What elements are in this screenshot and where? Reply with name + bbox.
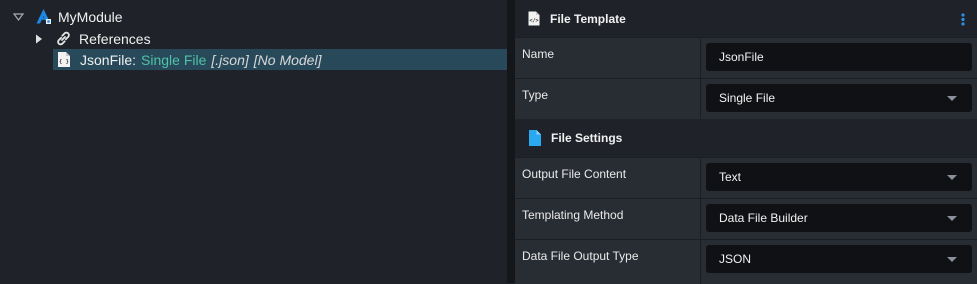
property-label: Data File Output Type [522, 249, 639, 263]
type-select[interactable]: Single File [706, 84, 972, 112]
property-label: Templating Method [522, 208, 624, 222]
property-label: Type [522, 88, 549, 102]
name-value: JsonFile [719, 50, 764, 64]
chevron-down-icon [947, 175, 957, 180]
section-header-file-template[interactable]: </> File Template [515, 0, 977, 37]
json-file-icon: { } [57, 51, 71, 68]
tree-item-label: MyModule [58, 8, 123, 25]
section-title: File Settings [551, 131, 623, 145]
more-options-icon[interactable] [961, 13, 965, 26]
properties-panel: </> File Template Name JsonFile Type Sin… [515, 0, 977, 284]
property-row-type: Type Single File [515, 78, 977, 119]
expand-arrow-icon[interactable] [11, 10, 25, 24]
file-model-label: [No Model] [253, 51, 322, 68]
section-title: File Template [550, 11, 626, 26]
chevron-down-icon [947, 96, 957, 101]
file-template-icon: </> [528, 11, 540, 26]
property-label: Name [522, 47, 555, 61]
column-divider [700, 158, 701, 198]
output-file-content-select[interactable]: Text [706, 163, 972, 191]
tree-item-references[interactable]: References [0, 28, 507, 49]
data-file-output-type-select[interactable]: JSON [706, 245, 972, 273]
module-icon [35, 8, 52, 25]
file-icon [529, 130, 541, 146]
svg-text:{ }: { } [59, 59, 69, 65]
property-row-templating-method: Templating Method Data File Builder [515, 198, 977, 239]
column-divider [700, 38, 701, 78]
link-icon [55, 30, 72, 47]
panel-splitter[interactable] [507, 0, 515, 283]
chevron-down-icon [947, 257, 957, 262]
section-header-file-settings[interactable]: File Settings [515, 119, 977, 157]
tree-item-jsonfile[interactable]: { } JsonFile: Single File [.json] [No Mo… [53, 49, 507, 70]
property-row-name: Name JsonFile [515, 37, 977, 78]
file-type-label: Single File [141, 51, 207, 68]
property-row-output-file-content: Output File Content Text [515, 157, 977, 198]
collapsed-arrow-icon[interactable] [32, 32, 46, 46]
output-file-content-value: Text [719, 170, 742, 184]
column-divider [700, 240, 701, 284]
tree-item-label: References [79, 30, 151, 47]
tree-item-mymodule[interactable]: MyModule [0, 6, 507, 27]
svg-text:</>: </> [529, 18, 538, 24]
templating-method-value: Data File Builder [719, 211, 808, 225]
data-file-output-type-value: JSON [719, 252, 752, 266]
chevron-down-icon [947, 216, 957, 221]
property-label: Output File Content [522, 167, 627, 181]
type-value: Single File [719, 91, 776, 105]
solution-tree-panel: MyModule References { } JsonFile: Single… [0, 0, 507, 283]
property-row-data-file-output-type: Data File Output Type JSON [515, 239, 977, 284]
file-extension-label: [.json] [211, 51, 249, 68]
column-divider [700, 79, 701, 119]
name-input[interactable]: JsonFile [706, 43, 972, 71]
templating-method-select[interactable]: Data File Builder [706, 204, 972, 232]
column-divider [700, 199, 701, 239]
file-name-label: JsonFile: [80, 51, 137, 68]
